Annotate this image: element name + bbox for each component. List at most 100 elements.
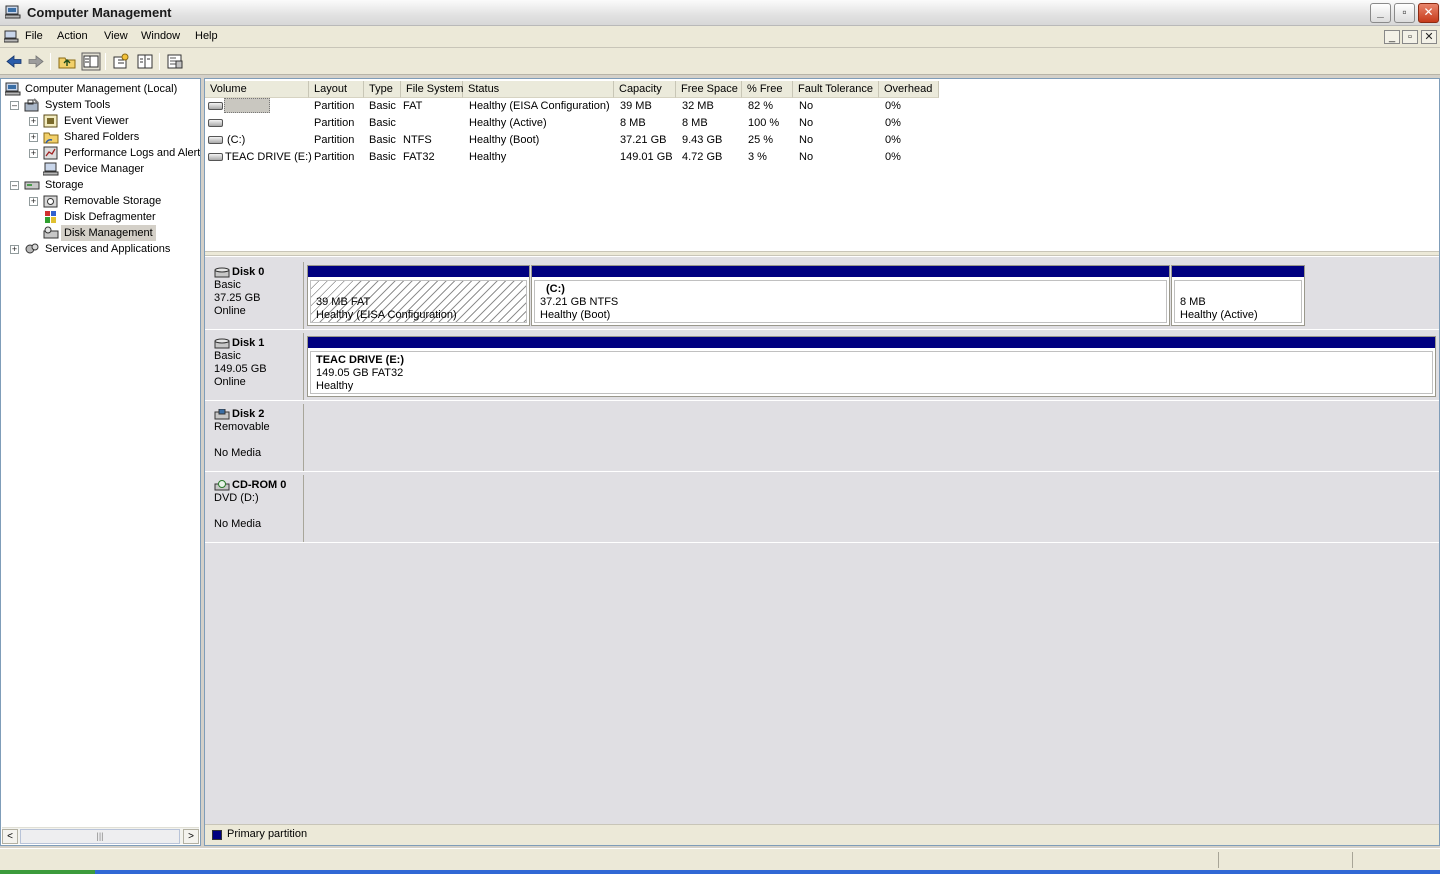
partition-title [1180, 283, 1296, 296]
expand-icon[interactable]: + [10, 245, 19, 254]
cell-file-system: NTFS [403, 134, 432, 146]
volume-list: Volume Layout Type File System Status Ca… [205, 79, 1439, 251]
event-viewer-icon [43, 114, 58, 128]
column-header-percent-free[interactable]: % Free [742, 81, 793, 98]
partition-size: 8 MB [1180, 296, 1206, 308]
disk-status: Online [214, 305, 246, 317]
disk-name: Disk 2 [232, 408, 265, 420]
column-header-volume[interactable]: Volume [205, 81, 309, 98]
cell-capacity: 8 MB [620, 117, 646, 129]
column-header-file-system[interactable]: File System [401, 81, 463, 98]
document-window-icon[interactable] [4, 30, 19, 43]
tree-label: Services and Applications [45, 243, 171, 255]
column-header-free-space[interactable]: Free Space [676, 81, 742, 98]
removable-storage-icon [43, 195, 58, 208]
column-header-layout[interactable]: Layout [309, 81, 364, 98]
column-header-type[interactable]: Type [364, 81, 401, 98]
cell-capacity: 39 MB [620, 100, 652, 112]
cell-type: Basic [369, 134, 396, 146]
disk-row-2[interactable]: Disk 2 Removable No Media [205, 403, 1439, 472]
cell-percent-free: 3 % [748, 151, 767, 163]
menu-help[interactable]: Help [195, 30, 218, 42]
action-pane-icon[interactable] [135, 52, 155, 71]
column-header-overhead[interactable]: Overhead [879, 81, 939, 98]
forward-arrow-icon[interactable] [26, 52, 46, 71]
disk-row-cdrom[interactable]: CD-ROM 0 DVD (D:) No Media [205, 474, 1439, 543]
primary-partition-bar [308, 266, 529, 277]
expand-icon[interactable]: + [29, 149, 38, 158]
disk-size [214, 505, 303, 518]
pane-splitter[interactable] [205, 251, 1439, 256]
services-icon [25, 243, 39, 254]
cell-layout: Partition [314, 100, 355, 112]
disk-name: Disk 1 [232, 337, 265, 349]
disk-info[interactable]: CD-ROM 0 DVD (D:) No Media [206, 475, 304, 542]
close-button[interactable]: ✕ [1418, 3, 1439, 23]
expand-icon[interactable]: + [29, 117, 38, 126]
partition-size: 149.05 GB FAT32 [316, 367, 404, 379]
menu-window[interactable]: Window [141, 30, 180, 42]
partition-teac-drive[interactable]: TEAC DRIVE (E:) 149.05 GB FAT32 Healthy [307, 336, 1436, 397]
partition-body: 39 MB FAT Healthy (EISA Configuration) [310, 280, 527, 323]
expand-icon[interactable]: + [29, 133, 38, 142]
tree-horizontal-scrollbar[interactable]: < ||| > [2, 827, 199, 844]
partition-status: Healthy [316, 380, 354, 392]
back-arrow-icon[interactable] [4, 52, 24, 71]
up-one-level-icon[interactable] [57, 52, 77, 71]
tree-label: Performance Logs and Alerts [64, 147, 201, 159]
disk-row-1[interactable]: Disk 1 Basic 149.05 GB Online TEAC DRIVE… [205, 332, 1439, 401]
cell-free-space: 4.72 GB [682, 151, 723, 163]
child-minimize-button[interactable]: _ [1384, 30, 1400, 44]
disk-type: Removable [214, 421, 270, 433]
status-pane [1352, 852, 1440, 868]
menu-file[interactable]: File [25, 30, 43, 42]
primary-partition-bar [532, 266, 1169, 277]
child-close-button[interactable]: ✕ [1421, 30, 1437, 44]
disk-type: Basic [214, 350, 241, 362]
legend: Primary partition [205, 824, 1439, 845]
details-pane: Volume Layout Type File System Status Ca… [204, 78, 1440, 846]
volume-icon [208, 102, 223, 110]
scrollbar-thumb[interactable]: ||| [20, 829, 180, 844]
start-button[interactable] [0, 870, 95, 874]
disk-defragmenter-icon [45, 211, 56, 223]
partition-status: Healthy (Boot) [540, 309, 611, 321]
restore-button[interactable]: ▫ [1394, 3, 1415, 23]
hard-disk-icon [214, 338, 230, 349]
scroll-left-arrow-icon[interactable]: < [2, 829, 18, 844]
cell-volume: TEAC DRIVE (E:) [225, 151, 312, 163]
disk-name: CD-ROM 0 [232, 479, 287, 491]
menu-view[interactable]: View [104, 30, 128, 42]
menu-bar: File Action View Window Help _ ▫ ✕ [0, 26, 1440, 48]
disk-row-0[interactable]: Disk 0 Basic 37.25 GB Online 39 MB FAT H… [205, 261, 1439, 330]
help-icon[interactable] [165, 52, 185, 71]
computer-management-icon [5, 5, 21, 19]
partition-size: 39 MB FAT [316, 296, 371, 308]
partition-c[interactable]: (C:) 37.21 GB NTFS Healthy (Boot) [531, 265, 1170, 326]
column-header-fault-tolerance[interactable]: Fault Tolerance [793, 81, 879, 98]
tree-label: Removable Storage [64, 195, 162, 207]
show-hide-tree-icon[interactable] [81, 52, 101, 71]
disk-info[interactable]: Disk 1 Basic 149.05 GB Online [206, 333, 304, 400]
collapse-icon[interactable]: – [10, 101, 19, 110]
expand-icon[interactable]: + [29, 197, 38, 206]
partition-active[interactable]: 8 MB Healthy (Active) [1171, 265, 1305, 326]
performance-logs-icon [43, 146, 58, 160]
disk-info[interactable]: Disk 2 Removable No Media [206, 404, 304, 471]
cell-percent-free: 82 % [748, 100, 774, 112]
menu-action[interactable]: Action [57, 30, 88, 42]
scroll-right-arrow-icon[interactable]: > [183, 829, 199, 844]
cell-percent-free: 25 % [748, 134, 774, 146]
column-header-status[interactable]: Status [463, 81, 614, 98]
properties-icon[interactable] [111, 52, 131, 71]
collapse-icon[interactable]: – [10, 181, 19, 190]
minimize-button[interactable]: _ [1370, 3, 1391, 23]
partition-eisa[interactable]: 39 MB FAT Healthy (EISA Configuration) [307, 265, 530, 326]
child-restore-button[interactable]: ▫ [1402, 30, 1418, 44]
toolbar-separator [105, 53, 106, 70]
window-title: Computer Management [27, 5, 172, 20]
cell-status: Healthy (EISA Configuration) [469, 100, 610, 112]
column-header-capacity[interactable]: Capacity [614, 81, 676, 98]
volume-name-selected[interactable] [224, 98, 270, 113]
disk-info[interactable]: Disk 0 Basic 37.25 GB Online [206, 262, 304, 329]
